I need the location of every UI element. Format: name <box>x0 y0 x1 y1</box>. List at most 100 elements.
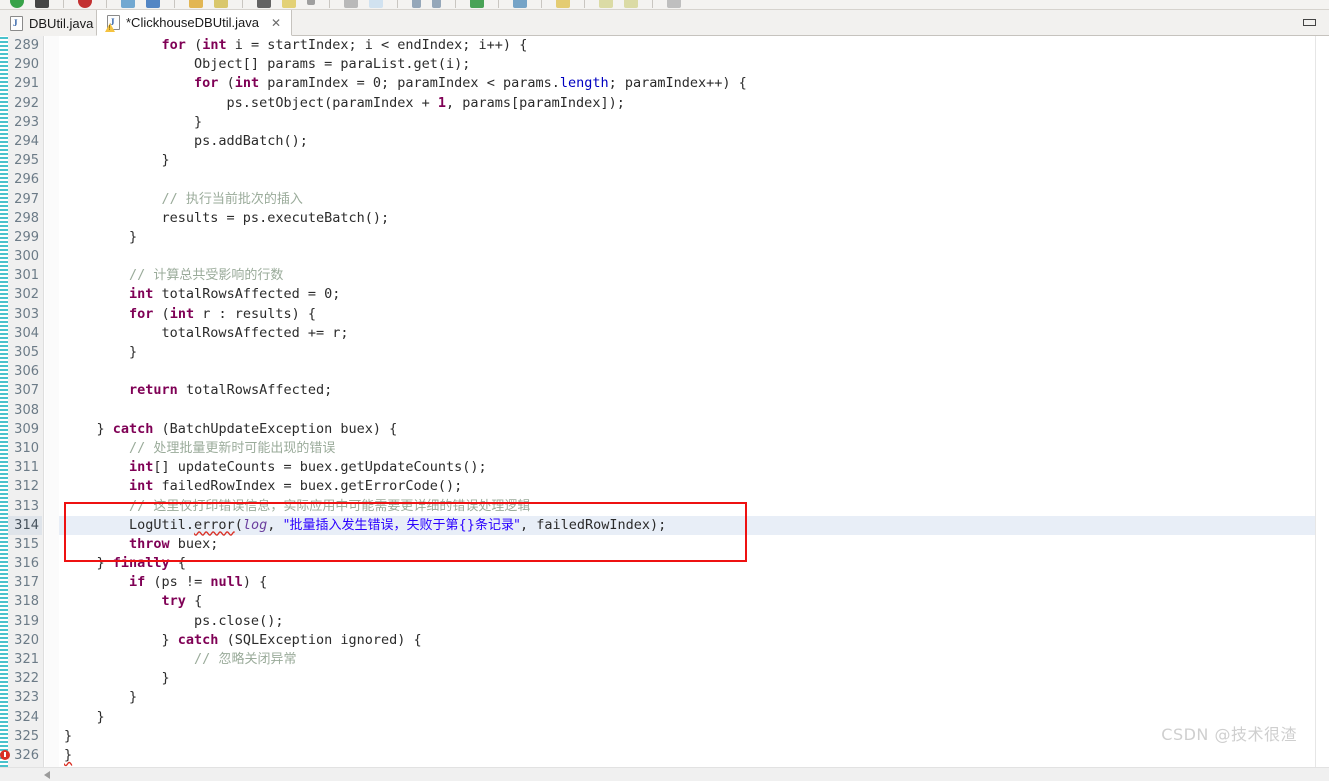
code-line[interactable]: 313 // 这里仅打印错误信息，实际应用中可能需要更详细的错误处理逻辑 <box>0 497 1329 516</box>
code-line[interactable]: 316 } finally { <box>0 554 1329 573</box>
save-all-icon[interactable] <box>282 0 296 8</box>
toolbar-separator <box>498 0 499 8</box>
line-source <box>64 401 72 420</box>
line-source: } <box>64 152 170 169</box>
close-icon[interactable]: ✕ <box>271 17 281 29</box>
line-number: 315 <box>14 536 39 552</box>
next-annotation-icon[interactable] <box>470 0 484 8</box>
toolbar-separator <box>174 0 175 8</box>
line-number: 317 <box>14 575 39 591</box>
code-line[interactable]: 311 int[] updateCounts = buex.getUpdateC… <box>0 458 1329 477</box>
forward-icon[interactable] <box>432 0 441 8</box>
line-number: 303 <box>14 306 39 322</box>
editor-tab-dbutil[interactable]: J DBUtil.java <box>0 10 105 36</box>
horizontal-scrollbar[interactable] <box>0 767 1329 781</box>
bookmark-icon[interactable] <box>556 0 570 8</box>
code-lines[interactable]: 289 for (int i = startIndex; i < endInde… <box>0 36 1329 767</box>
line-source: if (ps != null) { <box>129 574 268 591</box>
line-number: 292 <box>14 95 39 111</box>
perspective-icon[interactable] <box>624 0 638 8</box>
code-line[interactable]: 310 // 处理批量更新时可能出现的错误 <box>0 439 1329 458</box>
code-line[interactable]: 322 } <box>0 669 1329 688</box>
coverage-icon[interactable] <box>121 0 135 8</box>
code-line[interactable]: 308 <box>0 401 1329 420</box>
code-line-current[interactable]: 314 LogUtil.error(log, "批量插入发生错误，失败于第{}条… <box>0 515 1329 536</box>
code-line[interactable]: 302 int totalRowsAffected = 0; <box>0 285 1329 304</box>
line-number: 298 <box>14 210 39 226</box>
code-editor[interactable]: 289 for (int i = startIndex; i < endInde… <box>0 36 1329 767</box>
line-source: } <box>64 113 203 130</box>
line-source: } <box>64 708 105 725</box>
line-source: ps.addBatch(); <box>64 132 308 149</box>
code-line[interactable]: 292 ps.setObject(paramIndex + 1, params[… <box>0 94 1329 113</box>
line-source: for (int paramIndex = 0; paramIndex < pa… <box>194 75 747 92</box>
task-icon[interactable] <box>599 0 613 8</box>
code-line[interactable]: 318 try { <box>0 592 1329 611</box>
code-line[interactable]: 325} <box>0 727 1329 746</box>
code-line[interactable]: 303 for (int r : results) { <box>0 305 1329 324</box>
code-line[interactable]: 299 } <box>0 228 1329 247</box>
code-line[interactable]: 291 for (int paramIndex = 0; paramIndex … <box>0 74 1329 93</box>
terminal-icon[interactable] <box>667 0 681 8</box>
toolbar-separator <box>455 0 456 8</box>
stop-icon[interactable] <box>78 0 92 8</box>
eclipse-editor-window: J DBUtil.java J *ClickhouseDBUtil.java ✕… <box>0 0 1329 781</box>
line-source: } catch (SQLException ignored) { <box>64 631 422 648</box>
undo-icon[interactable] <box>369 0 383 8</box>
line-number: 306 <box>14 364 39 380</box>
run-icon[interactable] <box>10 0 24 8</box>
search-icon[interactable] <box>257 0 271 8</box>
code-line[interactable]: 323 } <box>0 688 1329 707</box>
code-line-error[interactable]: 326} <box>0 746 1329 765</box>
line-number: 311 <box>14 460 39 476</box>
line-source: Object[] params = paraList.get(i); <box>64 56 471 73</box>
back-icon[interactable] <box>412 0 421 8</box>
code-line[interactable]: 289 for (int i = startIndex; i < endInde… <box>0 36 1329 55</box>
code-line[interactable]: 321 // 忽略关闭异常 <box>0 650 1329 669</box>
line-number: 291 <box>14 76 39 92</box>
line-number: 316 <box>14 556 39 572</box>
code-line[interactable]: 304 totalRowsAffected += r; <box>0 324 1329 343</box>
line-number: 318 <box>14 594 39 610</box>
code-line[interactable]: 297 // 执行当前批次的插入 <box>0 190 1329 209</box>
code-line[interactable]: 305 } <box>0 343 1329 362</box>
line-number: 321 <box>14 652 39 667</box>
code-line[interactable]: 290 Object[] params = paraList.get(i); <box>0 55 1329 74</box>
chevron-down-icon[interactable] <box>307 0 315 5</box>
code-line[interactable]: 312 int failedRowIndex = buex.getErrorCo… <box>0 477 1329 496</box>
line-source: // 忽略关闭异常 <box>64 651 297 667</box>
code-line[interactable]: 307 return totalRowsAffected; <box>0 381 1329 400</box>
code-line[interactable]: 315 throw buex; <box>0 535 1329 554</box>
code-line[interactable]: 295 } <box>0 151 1329 170</box>
code-line[interactable]: 301 // 计算总共受影响的行数 <box>0 266 1329 285</box>
scrollbar-thumb[interactable] <box>56 770 356 780</box>
save-icon[interactable] <box>214 0 228 8</box>
new-folder-icon[interactable] <box>189 0 203 8</box>
external-tools-icon[interactable] <box>146 0 160 8</box>
line-source: int totalRowsAffected = 0; <box>129 286 341 303</box>
code-line[interactable]: 309 } catch (BatchUpdateException buex) … <box>0 420 1329 439</box>
code-line[interactable]: 320 } catch (SQLException ignored) { <box>0 631 1329 650</box>
error-marker-icon[interactable] <box>0 749 10 760</box>
code-line[interactable]: 306 <box>0 362 1329 381</box>
line-number: 308 <box>14 402 39 418</box>
line-number: 301 <box>14 268 39 284</box>
code-line[interactable]: 294 ps.addBatch(); <box>0 132 1329 151</box>
code-line[interactable]: 293 } <box>0 113 1329 132</box>
line-number: 309 <box>14 421 39 437</box>
restore-window-button[interactable] <box>1301 16 1319 29</box>
line-source <box>64 170 72 189</box>
code-line[interactable]: 324 } <box>0 708 1329 727</box>
scroll-left-icon[interactable] <box>44 771 50 779</box>
last-edit-icon[interactable] <box>513 0 527 8</box>
code-line[interactable]: 300 <box>0 247 1329 266</box>
line-number: 295 <box>14 153 39 169</box>
code-line[interactable]: 298 results = ps.executeBatch(); <box>0 209 1329 228</box>
debug-icon[interactable] <box>35 0 49 8</box>
code-line[interactable]: 317 if (ps != null) { <box>0 573 1329 592</box>
print-icon[interactable] <box>344 0 358 8</box>
editor-tab-clickhousedbutil[interactable]: J *ClickhouseDBUtil.java ✕ <box>96 10 293 36</box>
watermark: CSDN @技术很渣 <box>1161 725 1297 744</box>
code-line[interactable]: 296 <box>0 170 1329 189</box>
code-line[interactable]: 319 ps.close(); <box>0 612 1329 631</box>
